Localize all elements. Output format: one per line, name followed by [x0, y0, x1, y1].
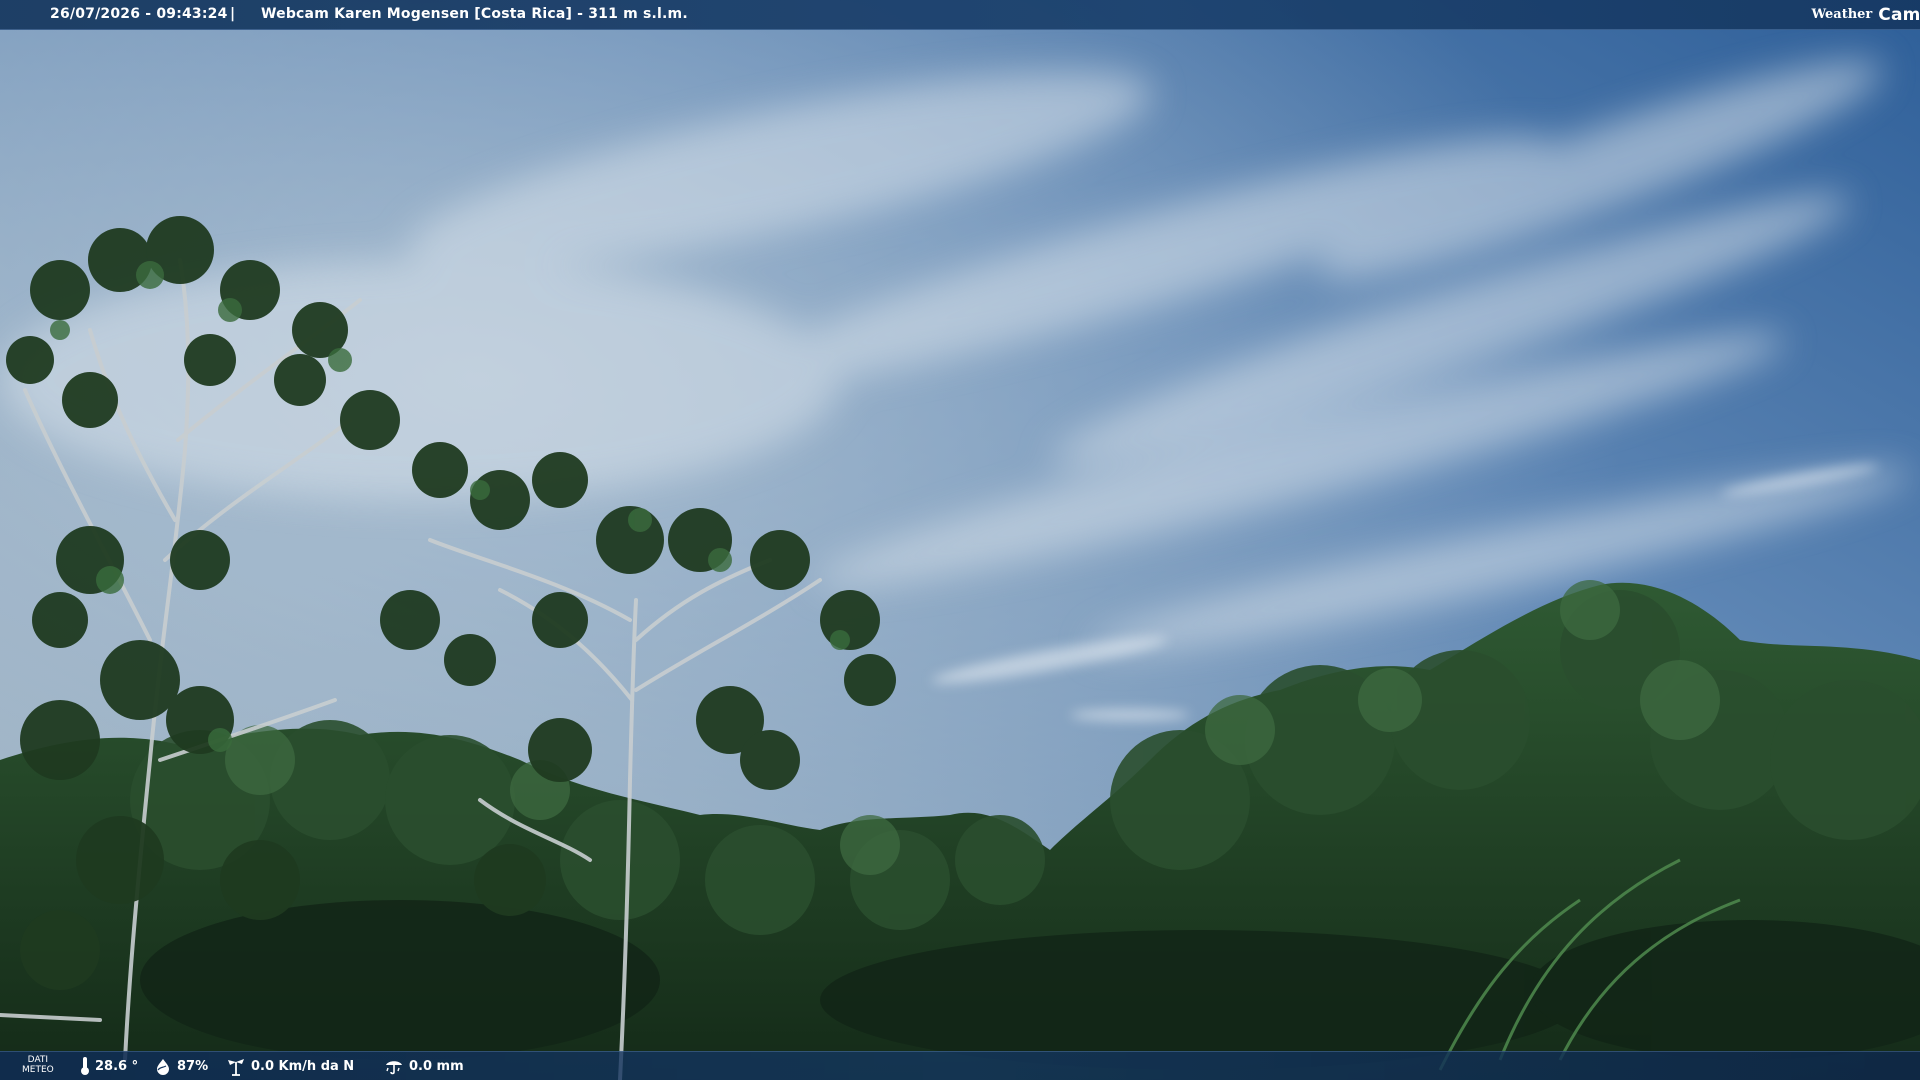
thermometer-icon [81, 1057, 89, 1075]
rain-value: 0.0 mm [409, 1058, 464, 1074]
webcam-header-bar: 26/07/2026 - 09:43:24 | Webcam Karen Mog… [0, 0, 1920, 30]
logo-text-right: Cam [1878, 4, 1920, 25]
rain-stat: 0.0 mm [384, 1052, 464, 1080]
wind-value: 0.0 Km/h da N [251, 1058, 355, 1074]
rain-gauge-icon [386, 1061, 402, 1075]
temperature-value: 28.6 ° [95, 1058, 139, 1074]
weathercam-logo[interactable]: Weather Cam [1811, 0, 1920, 29]
temperature-stat: 28.6 ° [80, 1052, 138, 1080]
header-separator: | [230, 6, 236, 22]
wind-vane-icon [228, 1059, 244, 1076]
humidity-value: 87% [177, 1058, 209, 1074]
webcam-image [0, 0, 1920, 1080]
humidity-drop-icon [157, 1059, 169, 1075]
webcam-title: Webcam Karen Mogensen [Costa Rica] - 311… [261, 6, 688, 22]
logo-text-left: Weather [1811, 7, 1873, 22]
weather-data-label: DATI METEO [22, 1055, 54, 1075]
wind-stat: 0.0 Km/h da N [226, 1052, 354, 1080]
weather-label-line2: METEO [22, 1065, 54, 1075]
weather-data-bar: DATI METEO 28.6 ° 87% 0.0 Km/h da N 0.0 … [0, 1051, 1920, 1080]
timestamp: 26/07/2026 - 09:43:24 [50, 6, 228, 22]
weather-label-line1: DATI [27, 1055, 49, 1065]
webcam-frame: 26/07/2026 - 09:43:24 | Webcam Karen Mog… [0, 0, 1920, 1080]
humidity-stat: 87% [154, 1052, 208, 1080]
